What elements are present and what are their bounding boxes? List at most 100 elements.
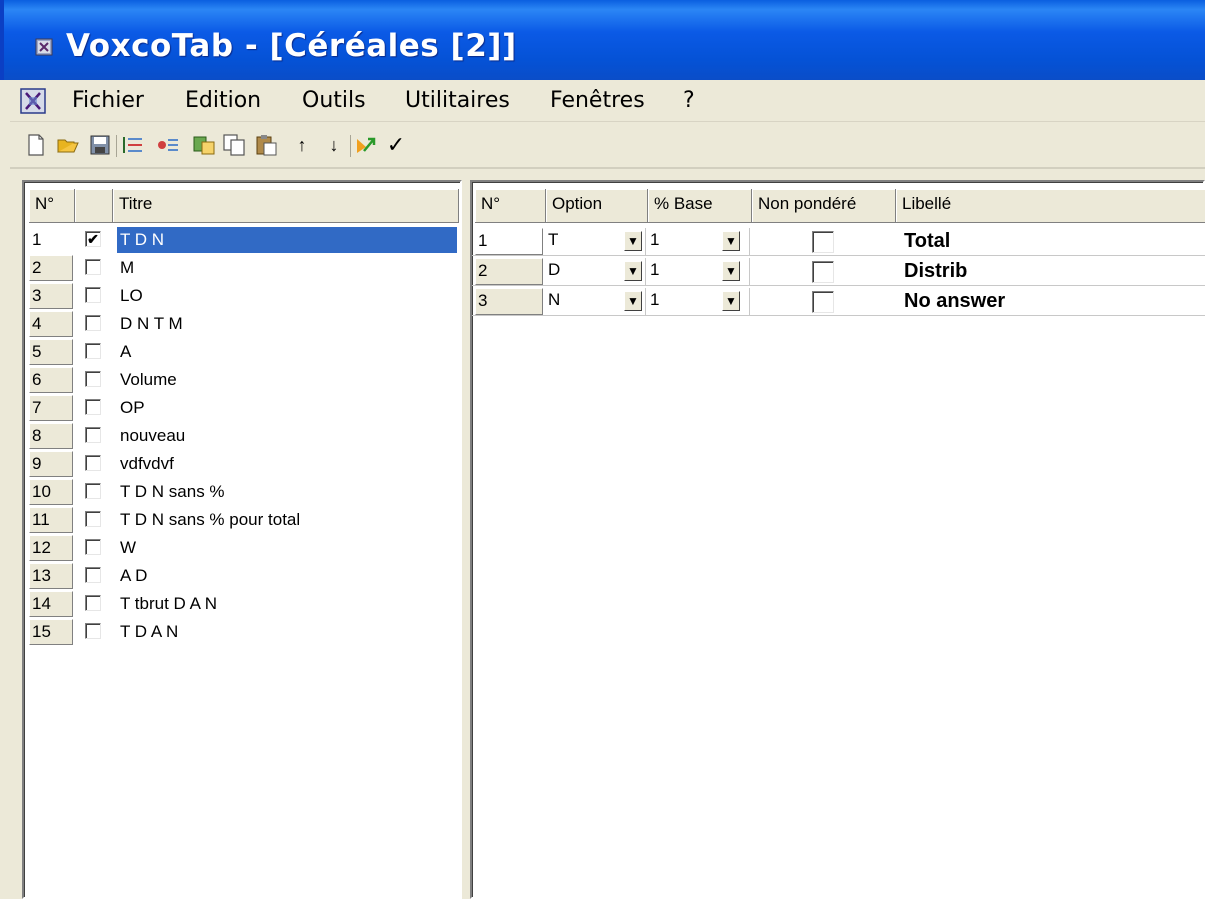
header-title[interactable]: Titre bbox=[113, 189, 459, 223]
row-number[interactable]: 8 bbox=[29, 423, 73, 449]
row-title[interactable]: LO bbox=[117, 283, 143, 309]
option-select[interactable]: D ▼ bbox=[546, 258, 646, 285]
validate-icon[interactable]: ✓ bbox=[384, 133, 408, 157]
table-row[interactable]: 14 T tbrut D A N bbox=[29, 590, 459, 618]
header-unweighted[interactable]: Non pondéré bbox=[752, 189, 896, 223]
table-row[interactable]: 8 nouveau bbox=[29, 422, 459, 450]
duplicate-icon[interactable] bbox=[192, 133, 216, 157]
row-number[interactable]: 3 bbox=[475, 288, 543, 315]
document-icon[interactable] bbox=[20, 88, 46, 114]
row-checkbox[interactable] bbox=[85, 287, 101, 303]
table-row[interactable]: 11 T D N sans % pour total bbox=[29, 506, 459, 534]
option-select[interactable]: N ▼ bbox=[546, 288, 646, 315]
dropdown-arrow-icon[interactable]: ▼ bbox=[722, 231, 740, 251]
row-title[interactable]: A bbox=[117, 339, 131, 365]
row-checkbox[interactable] bbox=[85, 595, 101, 611]
table-row[interactable]: 6 Volume bbox=[29, 366, 459, 394]
row-checkbox[interactable] bbox=[85, 567, 101, 583]
header-label[interactable]: Libellé bbox=[896, 189, 1205, 223]
row-title[interactable]: D N T M bbox=[117, 311, 183, 337]
base-select[interactable]: 1 ▼ bbox=[648, 258, 750, 285]
row-title[interactable]: T D N sans % pour total bbox=[117, 507, 300, 533]
dropdown-arrow-icon[interactable]: ▼ bbox=[624, 291, 642, 311]
move-up-icon[interactable]: ↑ bbox=[290, 133, 314, 157]
dropdown-arrow-icon[interactable]: ▼ bbox=[722, 291, 740, 311]
row-title[interactable]: Volume bbox=[117, 367, 177, 393]
row-number[interactable]: 13 bbox=[29, 563, 73, 589]
table-row[interactable]: 3 LO bbox=[29, 282, 459, 310]
row-number[interactable]: 9 bbox=[29, 451, 73, 477]
menu-fenetres[interactable]: Fenêtres bbox=[550, 88, 645, 113]
table-row[interactable]: 10 T D N sans % bbox=[29, 478, 459, 506]
table-row[interactable]: 4 D N T M bbox=[29, 310, 459, 338]
row-title[interactable]: OP bbox=[117, 395, 145, 421]
dropdown-arrow-icon[interactable]: ▼ bbox=[722, 261, 740, 281]
row-number[interactable]: 4 bbox=[29, 311, 73, 337]
table-row[interactable]: 5 A bbox=[29, 338, 459, 366]
row-title[interactable]: T D N sans % bbox=[117, 479, 225, 505]
move-down-icon[interactable]: ↓ bbox=[322, 133, 346, 157]
copy-icon[interactable] bbox=[222, 133, 246, 157]
open-icon[interactable] bbox=[56, 133, 80, 157]
row-checkbox[interactable]: ✔ bbox=[85, 231, 101, 247]
unweighted-checkbox[interactable] bbox=[812, 231, 834, 253]
table-row[interactable]: 15 T D A N bbox=[29, 618, 459, 646]
row-number[interactable]: 15 bbox=[29, 619, 73, 645]
row-checkbox[interactable] bbox=[85, 427, 101, 443]
row-number[interactable]: 1 bbox=[29, 227, 73, 253]
menu-help[interactable]: ? bbox=[683, 88, 695, 113]
row-number[interactable]: 14 bbox=[29, 591, 73, 617]
row-checkbox[interactable] bbox=[85, 483, 101, 499]
row-checkbox[interactable] bbox=[85, 623, 101, 639]
row-number[interactable]: 3 bbox=[29, 283, 73, 309]
delete-row-icon[interactable] bbox=[156, 133, 180, 157]
row-checkbox[interactable] bbox=[85, 539, 101, 555]
unweighted-checkbox[interactable] bbox=[812, 291, 834, 313]
row-number[interactable]: 7 bbox=[29, 395, 73, 421]
row-checkbox[interactable] bbox=[85, 455, 101, 471]
row-title[interactable]: M bbox=[117, 255, 134, 281]
row-number[interactable]: 12 bbox=[29, 535, 73, 561]
table-row[interactable]: 13 A D bbox=[29, 562, 459, 590]
row-checkbox[interactable] bbox=[85, 315, 101, 331]
save-icon[interactable] bbox=[88, 133, 112, 157]
label-cell[interactable]: Total bbox=[904, 228, 950, 254]
row-number[interactable]: 6 bbox=[29, 367, 73, 393]
table-row[interactable]: 7 OP bbox=[29, 394, 459, 422]
row-title[interactable]: vdfvdvf bbox=[117, 451, 174, 477]
base-select[interactable]: 1 ▼ bbox=[648, 288, 750, 315]
paste-icon[interactable] bbox=[254, 133, 278, 157]
header-check[interactable] bbox=[75, 189, 113, 223]
title-bar[interactable]: VoxcoTab - [Céréales [2]] bbox=[0, 0, 1205, 80]
insert-row-icon[interactable] bbox=[120, 133, 144, 157]
row-title[interactable]: T tbrut D A N bbox=[117, 591, 217, 617]
header-num[interactable]: N° bbox=[29, 189, 75, 223]
row-number[interactable]: 5 bbox=[29, 339, 73, 365]
table-row[interactable]: 12 W bbox=[29, 534, 459, 562]
menu-fichier[interactable]: Fichier bbox=[72, 88, 144, 113]
table-row[interactable]: 1 T ▼ 1 ▼ Total bbox=[472, 226, 1205, 256]
unweighted-checkbox[interactable] bbox=[812, 261, 834, 283]
row-number[interactable]: 2 bbox=[29, 255, 73, 281]
row-title[interactable]: W bbox=[117, 535, 136, 561]
menu-edition[interactable]: Edition bbox=[185, 88, 261, 113]
row-checkbox[interactable] bbox=[85, 259, 101, 275]
table-row[interactable]: 9 vdfvdvf bbox=[29, 450, 459, 478]
row-checkbox[interactable] bbox=[85, 343, 101, 359]
menu-utilitaires[interactable]: Utilitaires bbox=[405, 88, 510, 113]
row-title[interactable]: nouveau bbox=[117, 423, 185, 449]
menu-outils[interactable]: Outils bbox=[302, 88, 366, 113]
row-number[interactable]: 10 bbox=[29, 479, 73, 505]
label-cell[interactable]: Distrib bbox=[904, 258, 967, 284]
row-checkbox[interactable] bbox=[85, 511, 101, 527]
row-number[interactable]: 11 bbox=[29, 507, 73, 533]
header-option[interactable]: Option bbox=[546, 189, 648, 223]
row-title[interactable]: A D bbox=[117, 563, 147, 589]
row-title[interactable]: T D N bbox=[117, 227, 457, 253]
option-select[interactable]: T ▼ bbox=[546, 228, 646, 255]
row-title[interactable]: T D A N bbox=[117, 619, 178, 645]
dropdown-arrow-icon[interactable]: ▼ bbox=[624, 261, 642, 281]
dropdown-arrow-icon[interactable]: ▼ bbox=[624, 231, 642, 251]
table-row[interactable]: 2 M bbox=[29, 254, 459, 282]
table-row[interactable]: 1 ✔ T D N bbox=[29, 226, 459, 254]
